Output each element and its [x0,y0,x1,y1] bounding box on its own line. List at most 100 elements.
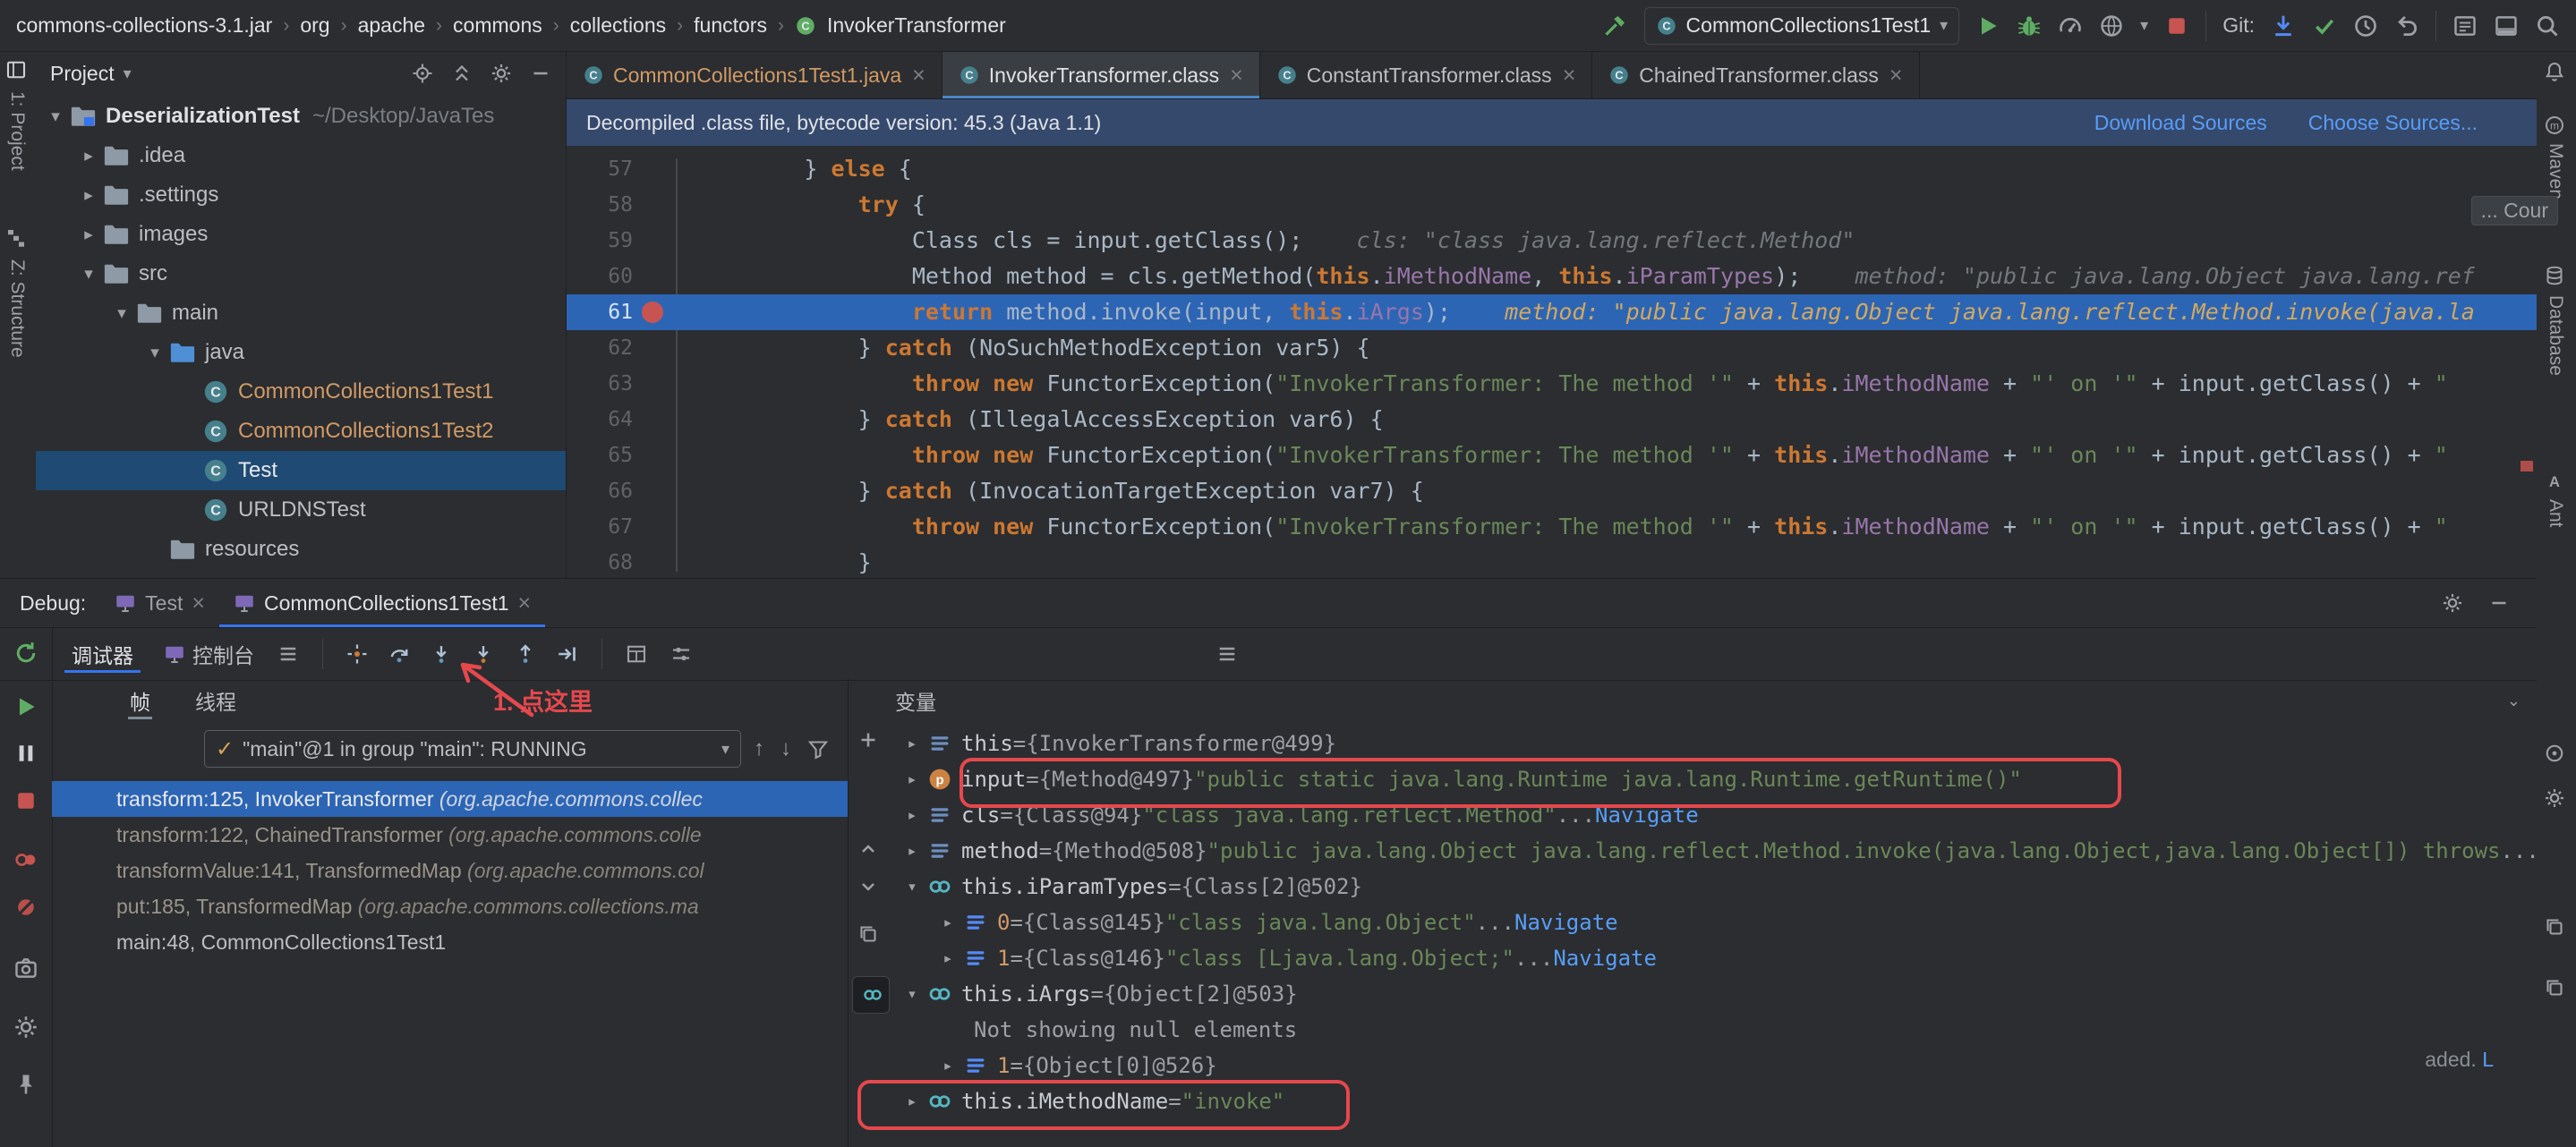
breadcrumb-item[interactable]: apache [358,13,425,38]
stack-frame-row[interactable]: put:185, TransformedMap (org.apache.comm… [52,888,848,924]
copy-window-icon[interactable] [2544,977,2565,998]
close-icon[interactable]: × [1563,63,1576,89]
stack-frame-row[interactable]: main:48, CommonCollections1Test1 [52,924,848,960]
run-to-cursor-button[interactable] [557,643,578,665]
chevron-down-icon[interactable]: ▾ [897,877,927,896]
breadcrumb-item[interactable]: InvokerTransformer [827,13,1006,38]
code-line[interactable]: 63 throw new FunctorException("InvokerTr… [567,366,2537,402]
resume-button[interactable] [13,694,38,719]
add-watch-button[interactable] [857,729,879,751]
build-hammer-icon[interactable] [1603,13,1628,38]
tree-item[interactable]: ▸.idea [36,136,566,175]
code-line[interactable]: 60 Method method = cls.getMethod(this.iM… [567,259,2537,294]
tree-item[interactable]: ▾src [36,254,566,293]
close-icon[interactable]: × [1889,63,1903,89]
view-as-table-button[interactable] [626,643,647,665]
settings-button[interactable] [13,1015,38,1040]
tree-item[interactable]: CCommonCollections1Test2 [36,412,566,451]
force-step-into-button[interactable] [473,643,494,665]
variable-row[interactable]: Not showing null elements [891,1012,2537,1048]
code-line[interactable]: 66 } catch (InvocationTargetException va… [567,473,2537,509]
code-line[interactable]: 65 throw new FunctorException("InvokerTr… [567,438,2537,473]
close-icon[interactable]: × [518,590,532,616]
coverage-button[interactable] [2099,13,2124,38]
run-button[interactable] [1975,13,2000,38]
layout-button[interactable] [2494,13,2519,38]
choose-sources-link[interactable]: Choose Sources... [2308,111,2478,135]
stack-frame-row[interactable]: transformValue:141, TransformedMap (org.… [52,853,848,888]
editor-tab[interactable]: CCommonCollections1Test1.java× [567,52,943,98]
code-line[interactable]: 57 } else { [567,151,2537,187]
chevron-right-icon[interactable]: ▸ [897,1092,927,1111]
tab-frames[interactable]: 帧 [128,682,152,719]
tree-item[interactable]: ▾DeserializationTest~/Desktop/JavaTes [36,97,566,136]
tool-button-project[interactable]: 1: Project [6,91,28,171]
tree-item[interactable]: CTest [36,451,566,490]
ant-icon[interactable]: A [2544,471,2565,492]
debug-session-tab[interactable]: Test× [100,579,219,627]
editor-tab[interactable]: CConstantTransformer.class× [1260,52,1593,98]
variable-row[interactable]: ▸cls = {Class@94} "class java.lang.refle… [891,797,2537,833]
git-history-button[interactable] [2353,13,2378,38]
thread-dump-button[interactable] [13,956,38,981]
git-rollback-button[interactable] [2394,13,2419,38]
todo-list-button[interactable] [2452,13,2478,38]
step-over-button[interactable] [388,643,410,665]
variable-row[interactable]: ▸pinput = {Method@497} "public static ja… [891,761,2537,797]
hide-panel-button[interactable] [530,63,551,84]
navigate-link[interactable]: Navigate [1553,946,1657,971]
chevron-right-icon[interactable]: ▸ [933,1056,963,1075]
chevron-right-icon[interactable]: ▸ [933,913,963,932]
project-panel-title[interactable]: Project [50,62,115,86]
chevron-down-icon[interactable]: ▾ [141,343,169,363]
filter-funnel-icon[interactable] [807,738,829,760]
run-configuration-combo[interactable]: C CommonCollections1Test1 ▾ [1644,7,1960,45]
chevron-down-icon[interactable]: ▾ [74,264,103,285]
gear-icon[interactable] [2442,592,2463,614]
profiler-button[interactable] [2058,13,2083,38]
locate-file-button[interactable] [412,63,433,84]
variable-row[interactable]: ▾this.iArgs = {Object[2]@503} [891,976,2537,1012]
chevron-down-icon[interactable]: ▾ [107,303,136,324]
frame-up-button[interactable]: ↑ [754,736,764,761]
close-icon[interactable]: × [192,590,205,616]
restore-layout-icon[interactable] [277,643,299,665]
code-line[interactable]: 64 } catch (IllegalAccessException var6)… [567,402,2537,438]
code-line[interactable]: 62 } catch (NoSuchMethodException var5) … [567,330,2537,366]
tree-item[interactable]: ▾main [36,293,566,333]
git-commit-button[interactable] [2312,13,2337,38]
scroll-up-icon[interactable] [857,838,879,860]
code-line[interactable]: 58 try { [567,187,2537,223]
navigate-link[interactable]: Navigate [1595,803,1699,828]
git-update-button[interactable] [2271,13,2296,38]
navigate-link[interactable]: Navigate [1514,910,1618,935]
collapse-all-button[interactable] [451,63,473,84]
maven-icon[interactable]: m [2544,115,2565,136]
tool-button-ant[interactable]: Ant [2545,499,2566,528]
rerun-button[interactable] [13,641,38,666]
chevron-right-icon[interactable]: ▸ [74,185,103,206]
thread-selector[interactable]: ✓ "main"@1 in group "main": RUNNING ▾ [204,730,741,768]
scroll-down-icon[interactable] [857,876,879,897]
step-into-button[interactable] [431,643,452,665]
editor-tab[interactable]: CInvokerTransformer.class× [943,52,1260,98]
breadcrumb-item[interactable]: org [300,13,329,38]
tree-item[interactable]: CCommonCollections1Test1 [36,372,566,412]
code-editor[interactable]: 57 } else {58 try {59 Class cls = input.… [567,146,2537,578]
tab-threads[interactable]: 线程 [193,682,238,719]
chevron-right-icon[interactable]: ▸ [933,948,963,968]
show-execution-point-button[interactable] [346,643,368,665]
project-tool-icon[interactable] [5,59,27,81]
chevron-down-icon[interactable]: ▾ [41,106,70,127]
download-sources-link[interactable]: Download Sources [2094,111,2267,135]
step-out-button[interactable] [515,643,536,665]
chevron-right-icon[interactable]: ▸ [897,841,927,861]
tree-item[interactable]: ▾java [36,333,566,372]
pause-button[interactable] [13,741,38,766]
structure-tool-icon[interactable] [5,227,27,249]
close-icon[interactable]: × [1230,63,1243,89]
tool-button-database[interactable]: Database [2545,295,2566,376]
layout-settings-button[interactable] [670,643,692,665]
breadcrumb-item[interactable]: commons [453,13,542,38]
tool-button-structure[interactable]: Z: Structure [6,259,28,358]
